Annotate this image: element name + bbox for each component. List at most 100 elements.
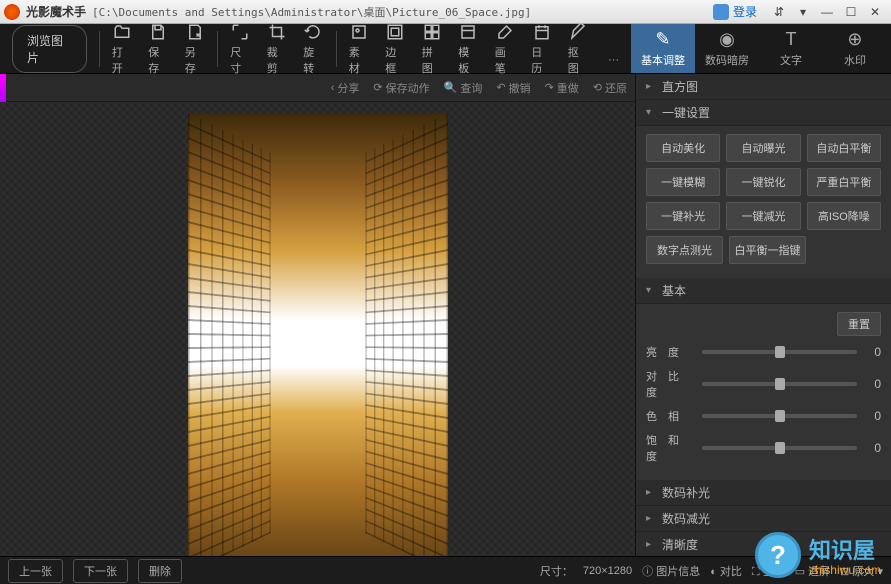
delete-button[interactable]: 删除 [138, 559, 182, 583]
section-fill-light[interactable]: ▸数码补光 [636, 480, 891, 506]
prev-button[interactable]: 上一张 [8, 559, 63, 583]
search-button[interactable]: 🔍 查询 [444, 80, 483, 96]
more-icon [604, 32, 624, 52]
btn-auto-exposure[interactable]: 自动曝光 [726, 134, 800, 162]
watermark-title: 知识屋 [809, 533, 881, 565]
watermark-url: zhishiwu.com [809, 563, 881, 577]
brush-icon [495, 22, 515, 42]
divider [217, 31, 218, 67]
mode-tabs: ✎基本调整 ◉数码暗房 T文字 ⊕水印 [631, 24, 887, 73]
slider-saturation: 饱 和 度 0 [646, 432, 881, 464]
section-histogram[interactable]: ▸直方图 [636, 74, 891, 100]
btn-oneclick-fill[interactable]: 一键补光 [646, 202, 720, 230]
browse-button[interactable]: 浏览图片 [12, 25, 87, 73]
tool-crop[interactable]: 裁剪 [259, 18, 296, 80]
resize-icon [230, 22, 250, 42]
tool-brush[interactable]: 画笔 [487, 18, 524, 80]
login-link[interactable]: 登录 [733, 3, 757, 20]
oneclick-body: 自动美化 自动曝光 自动白平衡 一键模糊 一键锐化 严重白平衡 一键补光 一键减… [636, 126, 891, 278]
side-panel: ▸直方图 ▾一键设置 自动美化 自动曝光 自动白平衡 一键模糊 一键锐化 严重白… [635, 74, 891, 584]
undo-button[interactable]: ↶ 撤销 [496, 80, 530, 96]
btn-oneclick-blur[interactable]: 一键模糊 [646, 168, 720, 196]
canvas-area: ‹ 分享 ⟳ 保存动作 🔍 查询 ↶ 撤销 ↷ 重做 ⟲ 还原 [0, 74, 635, 584]
hue-thumb[interactable] [775, 410, 785, 422]
tool-saveas[interactable]: 另存 [177, 18, 214, 80]
saturation-track[interactable] [702, 446, 857, 450]
app-title: 光影魔术手 [26, 3, 86, 20]
tool-material[interactable]: 素材 [341, 18, 378, 80]
btn-oneclick-reduce[interactable]: 一键减光 [726, 202, 800, 230]
close-button[interactable]: ✕ [864, 3, 886, 21]
canvas[interactable] [0, 102, 635, 584]
chevron-right-icon: ▸ [646, 487, 656, 498]
tab-basic[interactable]: ✎基本调整 [631, 24, 695, 73]
hue-track[interactable] [702, 414, 857, 418]
question-icon: ? [755, 532, 801, 578]
size-value: 720×1280 [583, 565, 632, 577]
chevron-right-icon: ▸ [646, 81, 656, 92]
chevron-right-icon: ▸ [646, 513, 656, 524]
tool-save[interactable]: 保存 [140, 18, 177, 80]
tab-darkroom[interactable]: ◉数码暗房 [695, 24, 759, 73]
save-action-button[interactable]: ⟳ 保存动作 [373, 80, 429, 96]
slider-brightness: 亮 度 0 [646, 344, 881, 360]
tool-template[interactable]: 模板 [450, 18, 487, 80]
chevron-down-icon: ▾ [646, 285, 656, 296]
slider-contrast: 对 比 度 0 [646, 368, 881, 400]
photo-preview [188, 113, 448, 573]
pin-button[interactable]: ⇵ [768, 3, 790, 21]
tool-more[interactable]: ··· [596, 28, 631, 70]
canvas-toolbar: ‹ 分享 ⟳ 保存动作 🔍 查询 ↶ 撤销 ↷ 重做 ⟲ 还原 [0, 74, 635, 102]
size-label: 尺寸： [540, 563, 573, 579]
btn-severe-wb[interactable]: 严重白平衡 [807, 168, 881, 196]
info-button[interactable]: ⓘ 图片信息 [642, 563, 700, 579]
tool-border[interactable]: 边框 [377, 18, 414, 80]
btn-auto-beautify[interactable]: 自动美化 [646, 134, 720, 162]
tool-dropper[interactable]: 抠图 [560, 18, 597, 80]
brightness-thumb[interactable] [775, 346, 785, 358]
collage-icon [422, 22, 442, 42]
section-oneclick[interactable]: ▾一键设置 [636, 100, 891, 126]
compare-button[interactable]: ◐ 对比 [710, 563, 742, 579]
section-basic[interactable]: ▾基本 [636, 278, 891, 304]
contrast-track[interactable] [702, 382, 857, 386]
brightness-track[interactable] [702, 350, 857, 354]
maximize-button[interactable]: ☐ [840, 3, 862, 21]
login-icon [713, 4, 729, 20]
section-reduce-light[interactable]: ▸数码减光 [636, 506, 891, 532]
tool-rotate[interactable]: 旋转 [295, 18, 332, 80]
tool-collage[interactable]: 拼图 [414, 18, 451, 80]
reset-button[interactable]: 重置 [837, 312, 881, 336]
cutout-icon [568, 22, 588, 42]
btn-wb-keypoint[interactable]: 白平衡一指键 [729, 236, 806, 264]
tab-watermark[interactable]: ⊕水印 [823, 24, 887, 73]
minimize-button[interactable]: — [816, 3, 838, 21]
saturation-thumb[interactable] [775, 442, 785, 454]
share-button[interactable]: ‹ 分享 [331, 80, 360, 96]
next-button[interactable]: 下一张 [73, 559, 128, 583]
btn-auto-wb[interactable]: 自动白平衡 [807, 134, 881, 162]
rotate-icon [303, 22, 323, 42]
btn-spot-meter[interactable]: 数字点测光 [646, 236, 723, 264]
main-toolbar: 浏览图片 打开 保存 另存 尺寸 裁剪 旋转 素材 边框 拼图 模板 画笔 日历… [0, 24, 891, 74]
btn-oneclick-sharpen[interactable]: 一键锐化 [726, 168, 800, 196]
tool-calendar[interactable]: 日历 [523, 18, 560, 80]
text-icon: T [785, 29, 796, 50]
camera-icon: ◉ [719, 29, 735, 50]
divider [336, 31, 337, 67]
contrast-thumb[interactable] [775, 378, 785, 390]
btn-high-iso[interactable]: 高ISO降噪 [807, 202, 881, 230]
watermark-icon: ⊕ [847, 29, 862, 50]
app-icon [4, 4, 20, 20]
settings-button[interactable]: ▾ [792, 3, 814, 21]
tool-open[interactable]: 打开 [104, 18, 141, 80]
restore-button[interactable]: ⟲ 还原 [593, 80, 627, 96]
chevron-down-icon: ▾ [646, 107, 656, 118]
site-watermark: ? 知识屋 zhishiwu.com [755, 532, 881, 578]
saveas-icon [185, 22, 205, 42]
redo-button[interactable]: ↷ 重做 [545, 80, 579, 96]
calendar-icon [532, 22, 552, 42]
basic-body: 重置 亮 度 0 对 比 度 0 色 相 0 饱 和 度 0 [636, 304, 891, 480]
tab-text[interactable]: T文字 [759, 24, 823, 73]
tool-size[interactable]: 尺寸 [222, 18, 259, 80]
